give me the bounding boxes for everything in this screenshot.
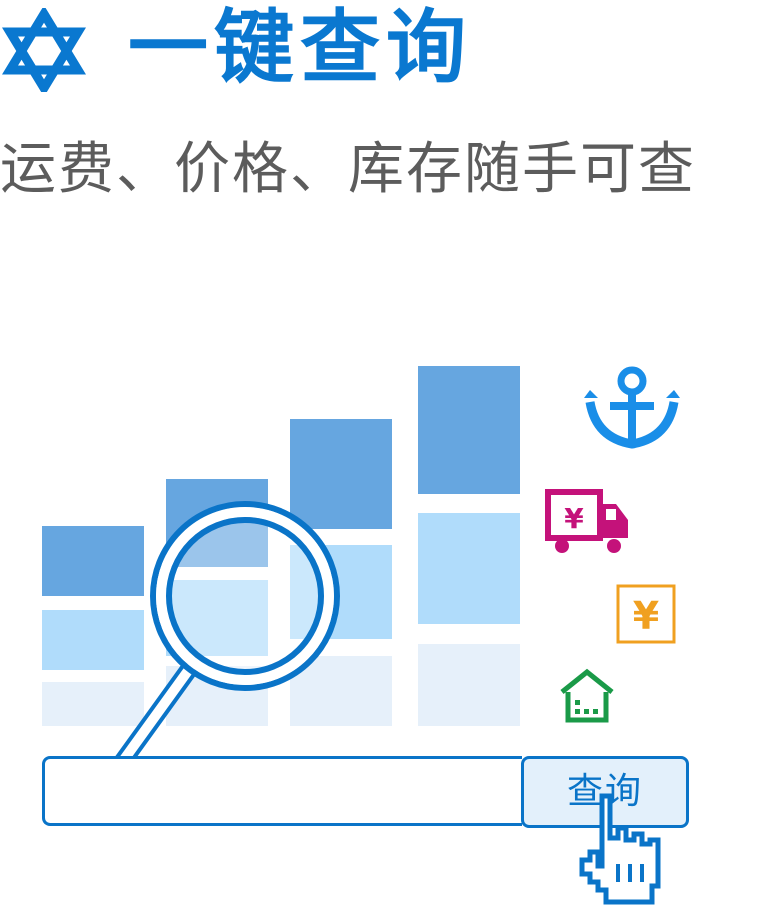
warehouse-icon xyxy=(560,668,614,723)
search-input[interactable] xyxy=(42,756,522,826)
bar-4-top xyxy=(418,366,520,494)
bar-3-top xyxy=(290,419,392,529)
star-of-david-icon xyxy=(2,8,86,92)
svg-text:¥: ¥ xyxy=(564,502,584,535)
bar-4-bottom xyxy=(418,644,520,726)
bar-1-bottom xyxy=(42,682,144,726)
delivery-truck-yuan-icon: ¥ xyxy=(545,489,628,553)
bar-1-middle xyxy=(42,610,144,670)
bar-1-top xyxy=(42,526,144,596)
yuan-icon: ¥ xyxy=(616,584,676,644)
hand-pointer-icon xyxy=(579,793,661,905)
page-title: 一键查询 xyxy=(128,1,472,94)
svg-text:¥: ¥ xyxy=(633,594,659,638)
bar-4-middle xyxy=(418,513,520,624)
anchor-icon xyxy=(584,366,680,449)
magnifying-glass-icon xyxy=(106,501,340,781)
page-subtitle: 运费、价格、库存随手可查 xyxy=(0,137,696,202)
